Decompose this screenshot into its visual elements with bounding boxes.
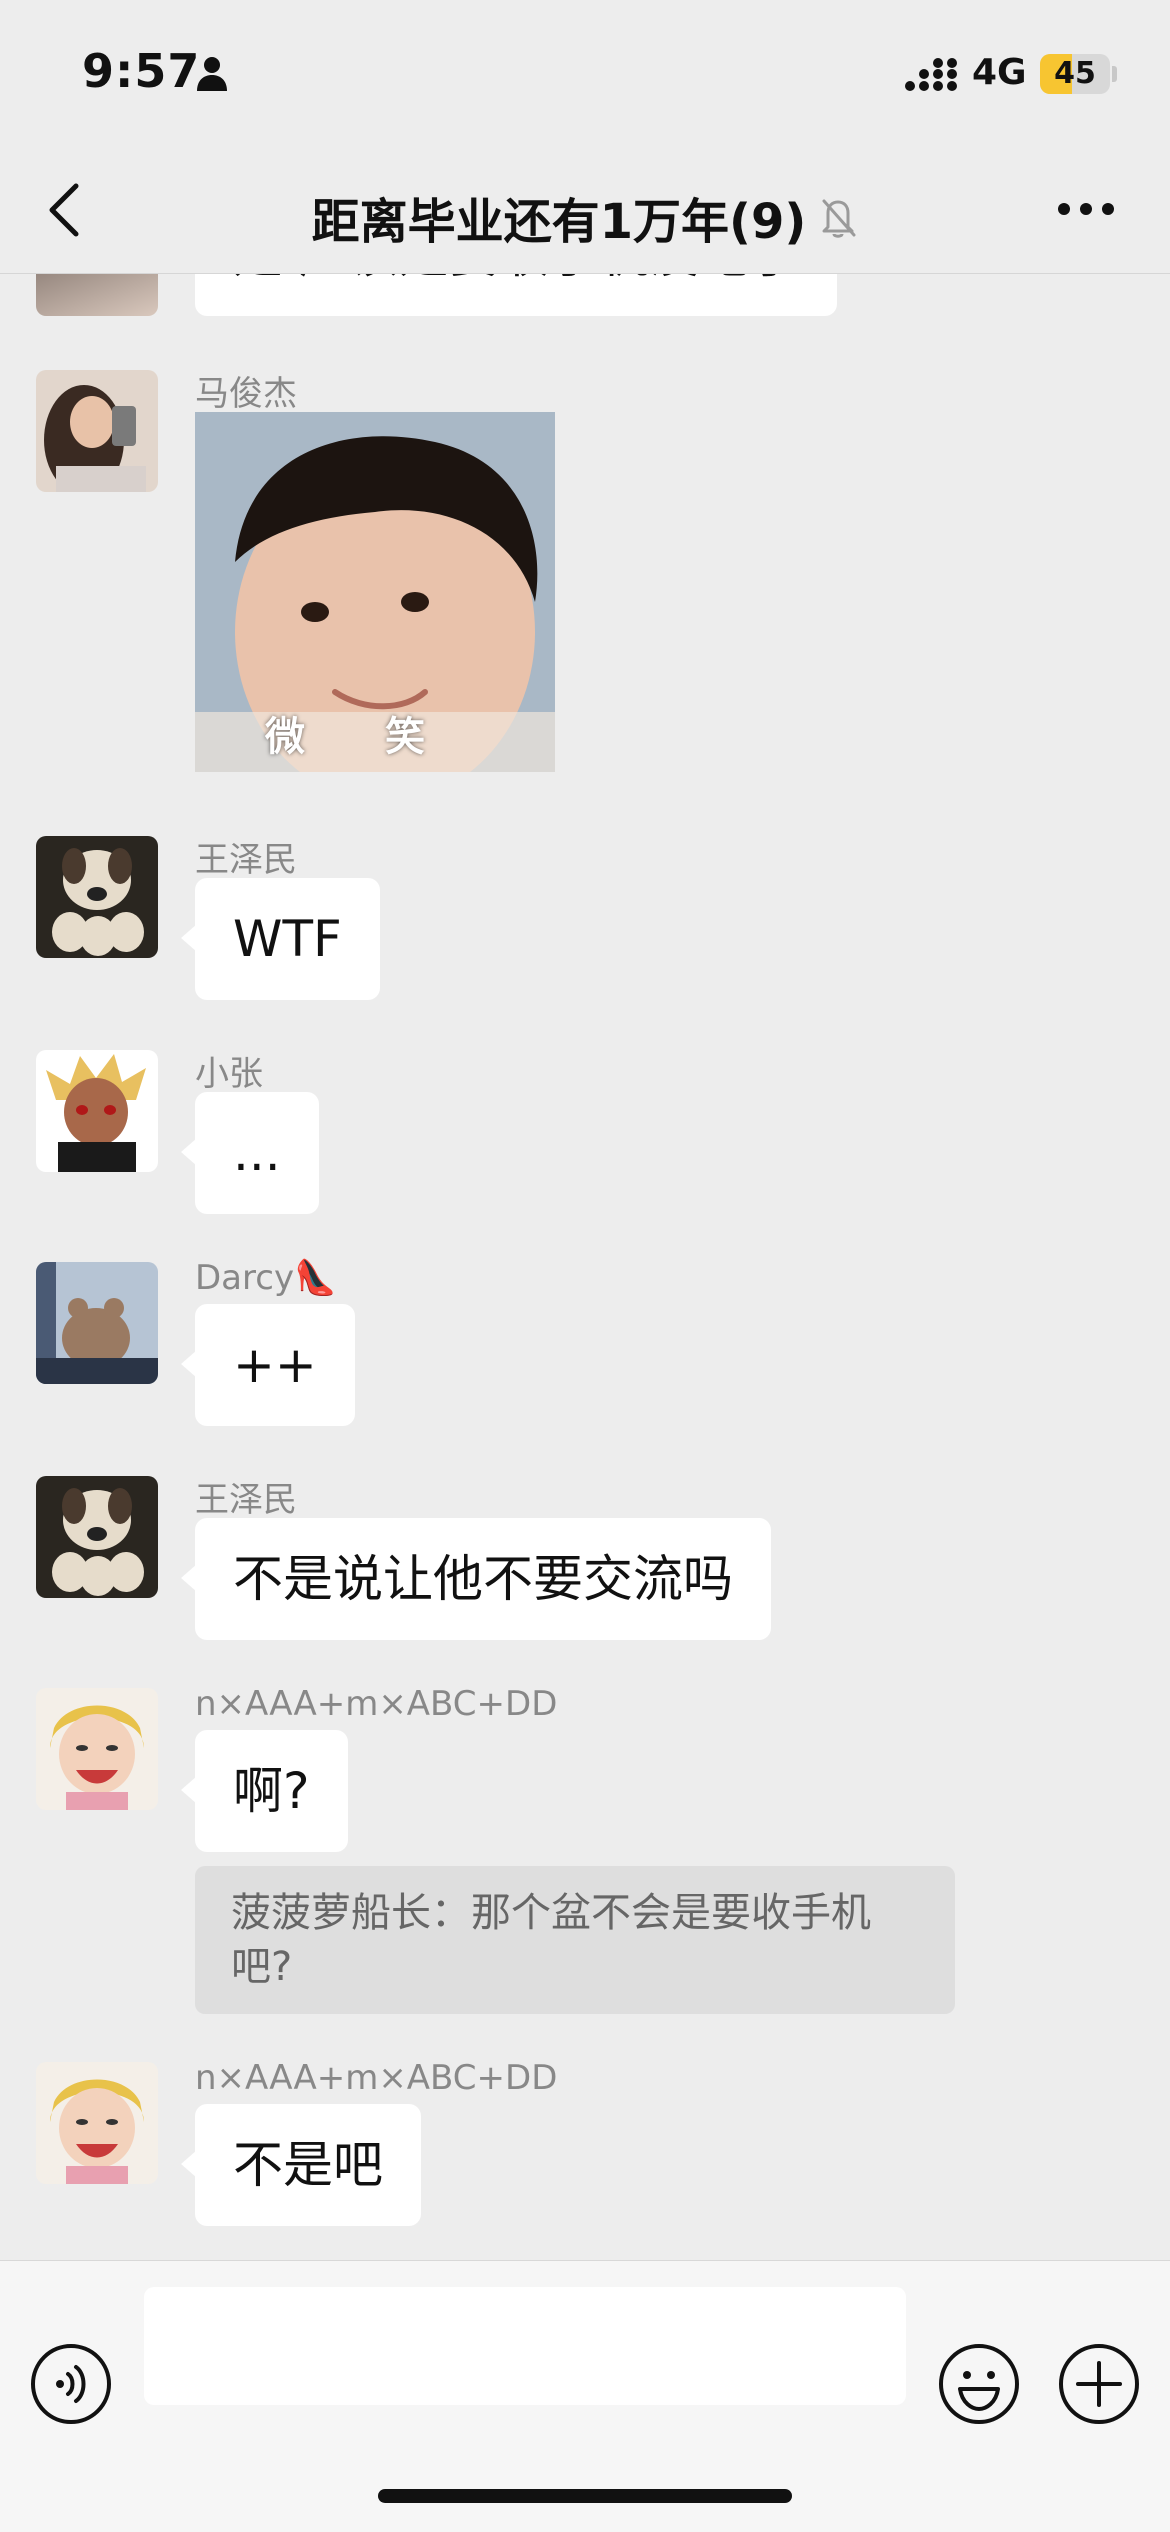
sender-name: 王泽民 (195, 840, 297, 880)
sender-name: 王泽民 (195, 1480, 297, 1520)
avatar[interactable] (36, 274, 158, 316)
sender-name: Darcy👠 (195, 1258, 337, 1298)
sticker-caption: 笑 (385, 714, 425, 760)
sender-name: n×AAA+m×ABC+DD (195, 2058, 558, 2098)
message-bubble[interactable]: 不是说让他不要交流吗 (181, 1518, 771, 1640)
avatar[interactable] (36, 2062, 158, 2184)
message-bubble[interactable]: ++ (181, 1304, 355, 1426)
avatar[interactable] (36, 1050, 158, 1172)
avatar-image (36, 370, 158, 492)
message-bubble[interactable]: 不是吧 (181, 2104, 421, 2226)
sticker-graphic (195, 412, 555, 772)
battery-icon: 45 (1040, 54, 1110, 94)
message-input[interactable] (144, 2287, 906, 2405)
battery-cap (1112, 66, 1117, 82)
home-indicator[interactable] (378, 2489, 792, 2503)
sticker-image[interactable]: 微 笑 (195, 412, 555, 772)
message-bubble[interactable]: 啊? (181, 1730, 348, 1852)
input-bar (0, 2260, 1170, 2532)
message-bubble[interactable]: ... (181, 1092, 319, 1214)
ellipsis-icon[interactable] (1056, 194, 1116, 224)
voice-icon[interactable] (30, 2343, 112, 2425)
avatar[interactable] (36, 1688, 158, 1810)
battery-level: 45 (1054, 56, 1096, 91)
chat-message-list[interactable]: 是 应该是要收手机没跑了 马俊杰 微 笑 (0, 274, 1170, 2260)
signal-dots-icon (905, 58, 957, 91)
person-icon (197, 57, 227, 91)
plus-icon[interactable] (1058, 2343, 1140, 2425)
bell-slash-icon (822, 199, 856, 238)
status-bar: 9:57 4G 45 (0, 0, 1170, 150)
avatar-image (36, 1476, 158, 1598)
chat-header: 距离毕业还有1万年(9) (0, 150, 1170, 274)
sticker-caption: 微 (265, 714, 305, 760)
sender-name: 马俊杰 (195, 374, 297, 414)
chat-title: 距离毕业还有1万年(9) (311, 194, 807, 250)
emoji-icon[interactable] (938, 2343, 1020, 2425)
message-bubble[interactable]: 是 应该是要收手机没跑了 (195, 274, 837, 316)
avatar[interactable] (36, 1476, 158, 1598)
avatar-image (36, 1688, 158, 1810)
avatar-image (36, 836, 158, 958)
status-time: 9:57 (82, 44, 201, 98)
avatar-image (36, 1262, 158, 1384)
sender-name: n×AAA+m×ABC+DD (195, 1684, 558, 1724)
avatar[interactable] (36, 1262, 158, 1384)
avatar-image (36, 2062, 158, 2184)
avatar-image (36, 1050, 158, 1172)
message-bubble[interactable]: WTF (181, 878, 380, 1000)
quoted-message[interactable]: 菠菠萝船长：那个盆不会是要收手机吧? (195, 1866, 955, 2014)
chat-title-row: 距离毕业还有1万年(9) (0, 182, 1170, 252)
sender-name: 小张 (195, 1054, 263, 1094)
avatar[interactable] (36, 836, 158, 958)
network-label: 4G (972, 52, 1027, 93)
avatar[interactable] (36, 370, 158, 492)
